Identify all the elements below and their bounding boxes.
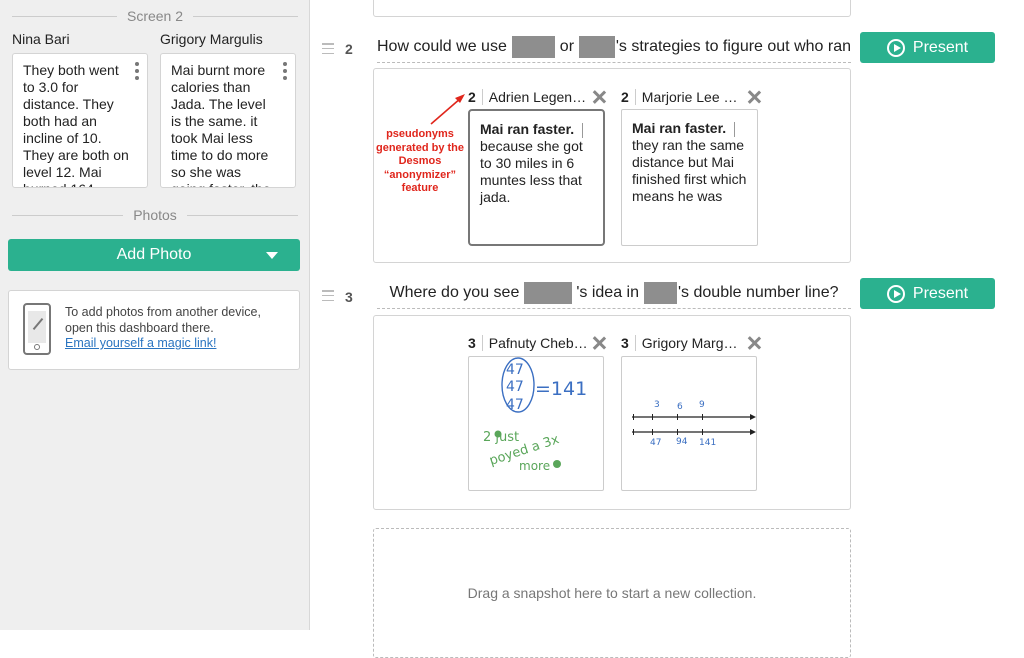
- sketch-text: 141: [699, 438, 716, 448]
- sketch-text: 2 just: [483, 430, 519, 445]
- handwritten-sketch: 47 47 47 =141 2 just poyed a 3x more: [483, 357, 587, 473]
- question-prompt: Where do you see 's idea in 's double nu…: [377, 277, 851, 309]
- question-text: Where do you see: [389, 283, 520, 301]
- add-photo-label: Add Photo: [116, 246, 192, 263]
- more-options-icon[interactable]: [283, 62, 287, 80]
- close-icon[interactable]: [747, 336, 761, 350]
- number-line-snapshot-card[interactable]: 3 6 9 47 94 141: [621, 356, 757, 491]
- snapshot-number: 3: [468, 335, 476, 351]
- snapshot-title: Mai ran faster.: [632, 120, 727, 136]
- snapshot-header: 3 Grigory Margulis: [621, 333, 761, 353]
- main-area: 2 How could we use or 's strategies to f…: [311, 0, 1024, 658]
- question-text: 's strategies to figure out who ran: [615, 37, 851, 55]
- sidebar: Screen 2 Nina Bari Grigory Margulis They…: [0, 0, 310, 630]
- snapshot-header: 3 Pafnuty Chebyshev: [468, 333, 606, 353]
- add-from-device-box: To add photos from another device, open …: [8, 290, 300, 370]
- photos-label: Photos: [133, 207, 177, 223]
- student-pseudonym: Grigory Margulis: [641, 335, 743, 351]
- screen-divider: Screen 2: [12, 6, 299, 26]
- redacted-name: [511, 35, 555, 58]
- snapshot-body: because she got to 30 miles in 6 muntes …: [480, 138, 583, 205]
- question-number: 2: [345, 41, 353, 57]
- dropzone-text: Drag a snapshot here to start a new coll…: [467, 585, 757, 601]
- close-icon[interactable]: [592, 336, 606, 350]
- sketch-text: 47: [506, 379, 524, 395]
- snapshot-header: 2 Adrien Legendre: [468, 87, 606, 107]
- present-button[interactable]: Present: [860, 32, 995, 63]
- question-prompt: How could we use or 's strategies to fig…: [377, 31, 851, 63]
- sketch-text: 47: [506, 397, 524, 413]
- phone-magic-wand-icon: [23, 303, 51, 355]
- sketch-text: 94: [676, 437, 688, 447]
- student-pseudonym: Adrien Legendre: [488, 89, 588, 105]
- screen-label: Screen 2: [126, 8, 184, 24]
- more-options-icon[interactable]: [135, 62, 139, 80]
- snapshot-number: 3: [621, 335, 629, 351]
- question-text: 's double number line?: [678, 283, 839, 301]
- snapshot-card[interactable]: Mai ran faster. because she got to 30 mi…: [468, 109, 605, 246]
- student-pseudonym: Pafnuty Chebyshev: [488, 335, 588, 351]
- close-icon[interactable]: [747, 90, 761, 104]
- snapshot-card[interactable]: Mai ran faster. they ran the same distan…: [621, 109, 758, 246]
- previous-collection-panel: [373, 0, 851, 17]
- student-response-text: Mai burnt more calories than Jada. The l…: [171, 62, 271, 187]
- present-button[interactable]: Present: [860, 278, 995, 309]
- student-response-card[interactable]: They both went to 3.0 for distance. They…: [12, 53, 148, 188]
- drag-handle-icon[interactable]: [322, 43, 334, 54]
- present-label: Present: [912, 284, 969, 302]
- sketch-text: 47: [650, 438, 661, 448]
- chevron-down-icon[interactable]: [266, 252, 278, 259]
- sketch-text: 6: [677, 402, 683, 412]
- question-text: or: [559, 37, 575, 55]
- photos-divider: Photos: [12, 205, 298, 225]
- add-photo-button[interactable]: Add Photo: [8, 239, 300, 271]
- snapshot-title: Mai ran faster.: [480, 121, 575, 137]
- question-text: How could we use: [377, 37, 507, 55]
- redacted-name: [524, 281, 573, 304]
- sketch-text: =141: [535, 378, 587, 400]
- device-instructions: To add photos from another device, open …: [65, 305, 261, 335]
- question-text: 's idea in: [576, 283, 639, 301]
- student-response-card[interactable]: Mai burnt more calories than Jada. The l…: [160, 53, 296, 188]
- play-icon: [886, 284, 905, 303]
- present-label: Present: [912, 38, 969, 56]
- snapshot-number: 2: [621, 89, 629, 105]
- magic-link[interactable]: Email yourself a magic link!: [65, 336, 216, 350]
- sketch-text: more: [519, 459, 550, 473]
- student-pseudonym: Marjorie Lee Browne: [641, 89, 743, 105]
- sketch-text: 47: [506, 362, 524, 378]
- student-response-text: They both went to 3.0 for distance. They…: [23, 62, 129, 187]
- sketch-snapshot-card[interactable]: 47 47 47 =141 2 just poyed a 3x more: [468, 356, 604, 491]
- drag-handle-icon[interactable]: [322, 290, 334, 301]
- close-icon[interactable]: [592, 90, 606, 104]
- double-number-line: 3 6 9 47 94 141: [632, 400, 756, 448]
- redacted-name: [644, 281, 677, 304]
- student-name: Nina Bari: [12, 31, 70, 47]
- sketch-text: 9: [699, 400, 705, 410]
- new-collection-dropzone[interactable]: Drag a snapshot here to start a new coll…: [373, 528, 851, 658]
- sketch-text: 3: [654, 400, 660, 410]
- snapshot-body: they ran the same distance but Mai finis…: [632, 137, 747, 204]
- student-name: Grigory Margulis: [160, 31, 263, 47]
- question-number: 3: [345, 289, 353, 305]
- snapshot-header: 2 Marjorie Lee Browne: [621, 87, 761, 107]
- annotation-arrow: [430, 94, 465, 125]
- snapshot-collection: 3 Pafnuty Chebyshev 3 Grigory Margulis 4…: [373, 315, 851, 510]
- anonymizer-annotation: pseudonyms generated by the Desmos “anon…: [375, 128, 465, 194]
- play-icon: [886, 38, 905, 57]
- redacted-name: [579, 35, 615, 58]
